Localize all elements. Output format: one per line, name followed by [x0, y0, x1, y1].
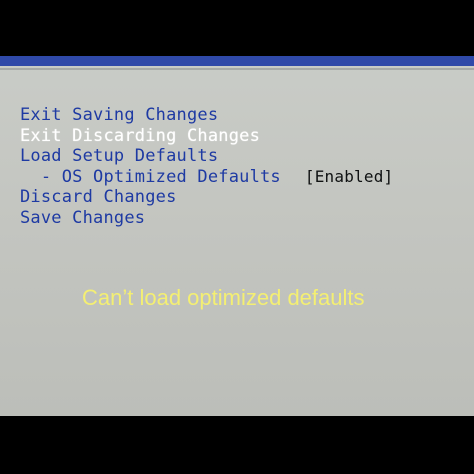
bios-screen: Exit Saving Changes Exit Discarding Chan…	[0, 56, 474, 416]
top-divider	[0, 68, 474, 70]
menu-item-label: - OS Optimized Defaults	[20, 166, 281, 187]
overlay-caption: Can’t load optimized defaults	[82, 285, 365, 310]
menu-item-load-setup-defaults[interactable]: Load Setup Defaults	[20, 146, 460, 167]
menu-item-save-changes[interactable]: Save Changes	[20, 208, 460, 229]
menu-item-exit-discarding-changes[interactable]: Exit Discarding Changes	[20, 126, 460, 147]
exit-menu: Exit Saving Changes Exit Discarding Chan…	[20, 105, 460, 228]
menu-item-label: Save Changes	[20, 207, 146, 228]
menu-item-os-optimized-defaults[interactable]: - OS Optimized Defaults [Enabled]	[20, 167, 460, 188]
menu-item-label: Exit Saving Changes	[20, 105, 219, 126]
menu-item-discard-changes[interactable]: Discard Changes	[20, 187, 460, 208]
menu-item-label: Exit Discarding Changes	[20, 125, 261, 146]
menu-item-label: Load Setup Defaults	[20, 146, 219, 167]
menu-item-label: Discard Changes	[20, 187, 177, 208]
photo-frame: Exit Saving Changes Exit Discarding Chan…	[0, 0, 474, 474]
bottom-letterbox	[0, 416, 474, 474]
os-optimized-defaults-value[interactable]: [Enabled]	[305, 167, 394, 186]
menu-item-exit-saving-changes[interactable]: Exit Saving Changes	[20, 105, 460, 126]
bios-top-bar	[0, 56, 474, 66]
